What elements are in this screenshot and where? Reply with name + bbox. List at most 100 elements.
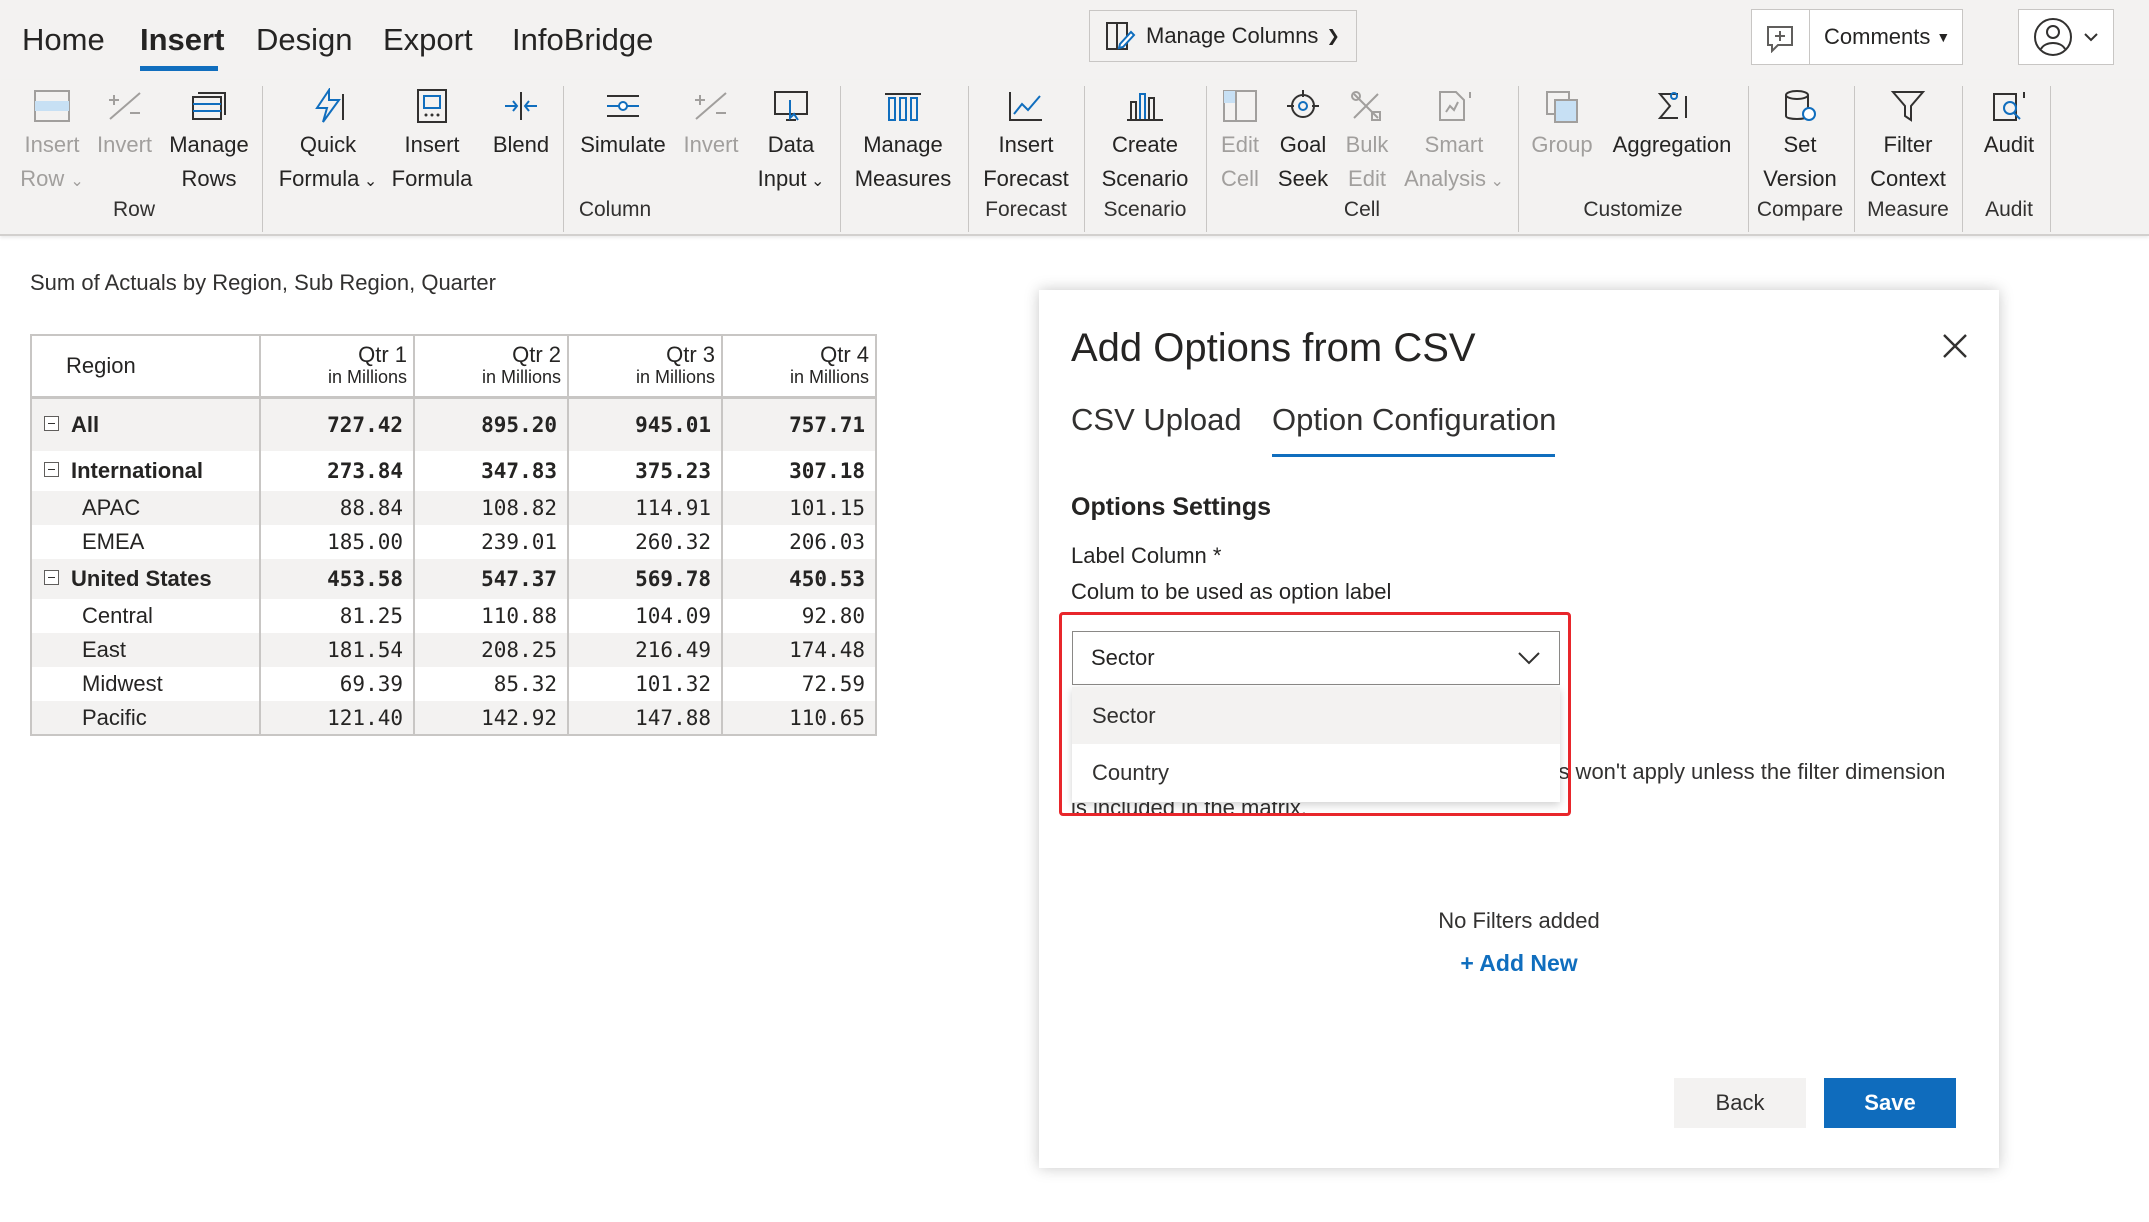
- data-input-label-1: Data: [767, 132, 815, 157]
- row-label: United States: [30, 559, 261, 599]
- table-row[interactable]: Pacific 121.40 142.92 147.88 110.65: [30, 701, 877, 736]
- cell-value[interactable]: 216.49: [568, 633, 723, 667]
- tab-csv-upload[interactable]: CSV Upload: [1071, 402, 1242, 438]
- tab-option-configuration[interactable]: Option Configuration: [1272, 402, 1556, 438]
- manage-measures-button[interactable]: Manage Measures: [848, 84, 958, 196]
- set-version-button[interactable]: Set Version: [1756, 84, 1844, 196]
- edit-cell-button[interactable]: Edit Cell: [1214, 84, 1266, 196]
- cell-value[interactable]: 104.09: [568, 599, 723, 633]
- collapse-icon[interactable]: [44, 570, 59, 585]
- cell-value[interactable]: 239.01: [414, 525, 569, 559]
- user-menu-button[interactable]: [2018, 9, 2114, 65]
- tab-home[interactable]: Home: [22, 22, 105, 58]
- manage-rows-button[interactable]: Manage Rows: [164, 84, 254, 196]
- cell-value[interactable]: 185.00: [260, 525, 415, 559]
- filter-context-label-2: Context: [1870, 166, 1946, 191]
- tab-export[interactable]: Export: [383, 22, 473, 58]
- quick-formula-label-2: Formula: [278, 166, 360, 191]
- cell-value[interactable]: 110.88: [414, 599, 569, 633]
- cell-value[interactable]: 727.42: [260, 397, 415, 451]
- cell-value[interactable]: 347.83: [414, 451, 569, 491]
- comments-label[interactable]: Comments: [1810, 24, 1930, 50]
- aggregation-button[interactable]: Aggregation: [1604, 84, 1740, 162]
- table-row[interactable]: Midwest 69.39 85.32 101.32 72.59: [30, 667, 877, 701]
- create-scenario-button[interactable]: Create Scenario: [1092, 84, 1198, 196]
- cell-value[interactable]: 260.32: [568, 525, 723, 559]
- set-version-label-2: Version: [1763, 166, 1837, 191]
- insert-row-button[interactable]: Insert Row ⌄: [12, 84, 92, 199]
- cell-value[interactable]: 142.92: [414, 701, 569, 736]
- bulk-edit-button[interactable]: Bulk Edit: [1340, 84, 1394, 196]
- cell-value[interactable]: 110.65: [722, 701, 877, 736]
- cell-value[interactable]: 569.78: [568, 559, 723, 599]
- audit-button[interactable]: Audit: [1970, 84, 2048, 162]
- smart-analysis-button[interactable]: Smart Analysis ⌄: [1400, 84, 1508, 199]
- quick-formula-button[interactable]: Quick Formula ⌄: [274, 84, 382, 199]
- column-header-qtr4[interactable]: Qtr 4 in Millions: [722, 334, 877, 399]
- cell-value[interactable]: 895.20: [414, 397, 569, 451]
- cell-value[interactable]: 450.53: [722, 559, 877, 599]
- cell-value[interactable]: 69.39: [260, 667, 415, 701]
- tab-design[interactable]: Design: [256, 22, 353, 58]
- column-header-qtr1[interactable]: Qtr 1 in Millions: [260, 334, 415, 399]
- cell-value[interactable]: 101.32: [568, 667, 723, 701]
- column-header-region[interactable]: Region: [30, 334, 261, 399]
- tab-infobridge[interactable]: InfoBridge: [512, 22, 653, 58]
- table-row[interactable]: International 273.84 347.83 375.23 307.1…: [30, 451, 877, 491]
- cell-value[interactable]: 206.03: [722, 525, 877, 559]
- cell-value[interactable]: 757.71: [722, 397, 877, 451]
- blend-button[interactable]: Blend: [486, 84, 556, 162]
- table-row[interactable]: APAC 88.84 108.82 114.91 101.15: [30, 491, 877, 525]
- close-icon[interactable]: [1941, 332, 1969, 360]
- add-new-link[interactable]: + Add New: [1039, 950, 1999, 977]
- cell-value[interactable]: 375.23: [568, 451, 723, 491]
- data-input-button[interactable]: Data Input ⌄: [748, 84, 834, 199]
- table-row[interactable]: Central 81.25 110.88 104.09 92.80: [30, 599, 877, 633]
- cell-value[interactable]: 85.32: [414, 667, 569, 701]
- manage-columns-button[interactable]: Manage Columns ❯: [1089, 10, 1357, 62]
- cell-value[interactable]: 108.82: [414, 491, 569, 525]
- cell-value[interactable]: 114.91: [568, 491, 723, 525]
- save-button[interactable]: Save: [1824, 1078, 1956, 1128]
- collapse-icon[interactable]: [44, 462, 59, 477]
- cell-value[interactable]: 208.25: [414, 633, 569, 667]
- table-row[interactable]: EMEA 185.00 239.01 260.32 206.03: [30, 525, 877, 559]
- group-label-scenario: Scenario: [1103, 198, 1187, 221]
- cell-value[interactable]: 72.59: [722, 667, 877, 701]
- add-comment-icon[interactable]: [1752, 10, 1810, 64]
- cell-value[interactable]: 273.84: [260, 451, 415, 491]
- cell-value[interactable]: 453.58: [260, 559, 415, 599]
- cell-value[interactable]: 945.01: [568, 397, 723, 451]
- invert-column-button[interactable]: Invert: [676, 84, 746, 162]
- filter-context-button[interactable]: Filter Context: [1862, 84, 1954, 196]
- column-header-qtr3[interactable]: Qtr 3 in Millions: [568, 334, 723, 399]
- insert-formula-button[interactable]: Insert Formula: [388, 84, 476, 196]
- cell-value[interactable]: 121.40: [260, 701, 415, 736]
- tab-insert[interactable]: Insert: [140, 22, 224, 58]
- cell-value[interactable]: 147.88: [568, 701, 723, 736]
- table-row[interactable]: United States 453.58 547.37 569.78 450.5…: [30, 559, 877, 599]
- cell-value[interactable]: 88.84: [260, 491, 415, 525]
- group-button[interactable]: Group: [1526, 84, 1598, 162]
- goal-seek-button[interactable]: Goal Seek: [1272, 84, 1334, 196]
- cell-value[interactable]: 81.25: [260, 599, 415, 633]
- simulate-button[interactable]: Simulate: [572, 84, 674, 162]
- add-new-label[interactable]: + Add New: [1460, 950, 1577, 976]
- cell-value[interactable]: 307.18: [722, 451, 877, 491]
- cell-value[interactable]: 547.37: [414, 559, 569, 599]
- invert-row-button[interactable]: Invert: [92, 84, 157, 162]
- insert-forecast-label-2: Forecast: [983, 166, 1069, 191]
- cell-value[interactable]: 181.54: [260, 633, 415, 667]
- column-header-qtr2[interactable]: Qtr 2 in Millions: [414, 334, 569, 399]
- cell-value[interactable]: 92.80: [722, 599, 877, 633]
- insert-forecast-button[interactable]: Insert Forecast: [976, 84, 1076, 196]
- manage-measures-label-2: Measures: [854, 166, 952, 191]
- table-row[interactable]: All 727.42 895.20 945.01 757.71: [30, 397, 877, 451]
- back-button[interactable]: Back: [1674, 1078, 1806, 1128]
- smart-analysis-label-1: Smart: [1424, 132, 1484, 157]
- collapse-icon[interactable]: [44, 415, 59, 431]
- comments-control[interactable]: Comments ▼: [1751, 9, 1963, 65]
- cell-value[interactable]: 101.15: [722, 491, 877, 525]
- cell-value[interactable]: 174.48: [722, 633, 877, 667]
- table-row[interactable]: East 181.54 208.25 216.49 174.48: [30, 633, 877, 667]
